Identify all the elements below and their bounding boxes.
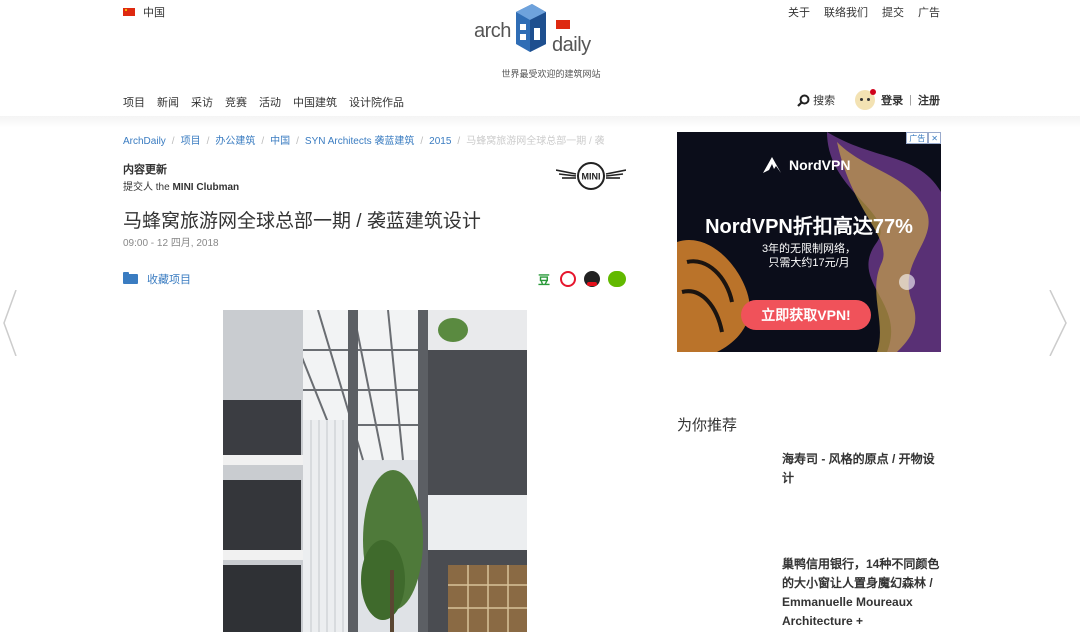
china-flag-icon — [123, 8, 135, 16]
nav-item-competitions[interactable]: 竞赛 — [225, 94, 247, 110]
weibo-icon[interactable] — [560, 271, 576, 287]
nav-item-events[interactable]: 活动 — [259, 94, 281, 110]
login-link[interactable]: 登录 — [881, 92, 903, 108]
ad-badge: 广告 ✕ — [906, 132, 941, 144]
breadcrumb: ArchDaily / 项目 / 办公建筑 / 中国 / SYN Architects 袭蓝建筑… — [123, 136, 605, 147]
nav-separator: | — [909, 94, 912, 106]
search-icon — [797, 94, 810, 107]
header-divider — [0, 116, 1080, 128]
ad-brand-name: NordVPN — [789, 157, 851, 173]
submit-link[interactable]: 提交 — [882, 4, 904, 20]
ad-close-button[interactable]: ✕ — [928, 132, 941, 144]
main-nav: 项目 新闻 采访 竞赛 活动 中国建筑 设计院作品 — [123, 94, 404, 110]
nav-item-news[interactable]: 新闻 — [157, 94, 179, 110]
share-buttons: 豆 — [536, 271, 626, 287]
nordvpn-ad[interactable]: 广告 ✕ NordVPN NordVPN折扣高达77% 3年的无限制网络， 只需… — [677, 132, 941, 352]
breadcrumb-year[interactable]: 2015 — [429, 136, 451, 147]
submitted-by-label: 提交人 the — [123, 182, 170, 193]
user-avatar[interactable] — [855, 89, 877, 110]
breadcrumb-office[interactable]: 办公建筑 — [215, 136, 255, 147]
recommend-item-1[interactable]: 海寿司 - 风格的原点 / 开物设计 — [782, 450, 942, 488]
ad-headline: NordVPN折扣高达77% — [705, 216, 913, 238]
submitter-name[interactable]: MINI Clubman — [172, 182, 239, 193]
collect-project-button[interactable]: 收藏项目 — [123, 271, 191, 287]
breadcrumb-china[interactable]: 中国 — [270, 136, 290, 147]
nav-item-interviews[interactable]: 采访 — [191, 94, 213, 110]
next-arrow-icon[interactable] — [1048, 290, 1068, 356]
publish-date: 09:00 - 12 四月, 2018 — [123, 238, 219, 249]
region-selector[interactable]: 中国 — [123, 4, 165, 20]
recommend-item-2[interactable]: 巢鸭信用银行，14种不同颜色的大小窗让人置身魔幻森林 / Emmanuelle … — [782, 555, 942, 631]
breadcrumb-current: 马蜂窝旅游网全球总部一期 / 袭 — [466, 136, 605, 147]
mini-logo-text: MINI — [582, 172, 601, 182]
recommend-heading: 为你推荐 — [677, 417, 738, 434]
nav-item-china-architecture[interactable]: 中国建筑 — [293, 94, 337, 110]
nav-item-projects[interactable]: 项目 — [123, 94, 145, 110]
wechat-icon[interactable] — [608, 271, 626, 287]
logo-arch-text: arch — [474, 20, 511, 42]
top-links: 关于 联络我们 提交 广告 — [788, 4, 940, 20]
contact-link[interactable]: 联络我们 — [824, 4, 868, 20]
user-nav: 搜索 登录 | 注册 — [797, 89, 940, 110]
project-photo[interactable] — [223, 310, 527, 632]
ad-label: 广告 — [906, 132, 929, 144]
nordvpn-logo-icon — [763, 157, 781, 173]
qq-icon[interactable] — [584, 271, 600, 287]
mini-logo-icon[interactable]: MINI — [556, 162, 626, 190]
logo-daily-text: daily — [552, 34, 591, 56]
previous-arrow-icon[interactable] — [0, 290, 20, 356]
site-tagline: 世界最受欢迎的建筑网站 — [501, 69, 601, 79]
folder-icon — [123, 272, 138, 284]
ad-cta-button[interactable]: 立即获取VPN! — [741, 300, 871, 330]
breadcrumb-projects[interactable]: 项目 — [181, 136, 201, 147]
advertise-link[interactable]: 广告 — [918, 4, 940, 20]
page-title: 马蜂窝旅游网全球总部一期 / 袭蓝建筑设计 — [123, 211, 481, 232]
search-button[interactable]: 搜索 — [797, 92, 835, 108]
register-link[interactable]: 注册 — [918, 92, 940, 108]
ad-brand: NordVPN — [761, 156, 850, 174]
douban-icon[interactable]: 豆 — [536, 271, 552, 287]
submitted-by: 提交人 the MINI Clubman — [123, 178, 239, 193]
breadcrumb-architect[interactable]: SYN Architects 袭蓝建筑 — [305, 136, 414, 147]
breadcrumb-archdaily[interactable]: ArchDaily — [123, 136, 166, 147]
logo-cube-icon — [516, 4, 546, 52]
notification-dot — [870, 89, 877, 95]
ad-subline-2: 只需大约17元/月 — [768, 257, 850, 269]
nav-item-institute-works[interactable]: 设计院作品 — [349, 94, 404, 110]
update-label: 内容更新 — [123, 164, 167, 176]
about-link[interactable]: 关于 — [788, 4, 810, 20]
collect-label: 收藏项目 — [147, 274, 191, 286]
search-label: 搜索 — [813, 95, 836, 107]
logo-china-flag-icon — [556, 20, 570, 29]
region-label: 中国 — [143, 7, 165, 19]
